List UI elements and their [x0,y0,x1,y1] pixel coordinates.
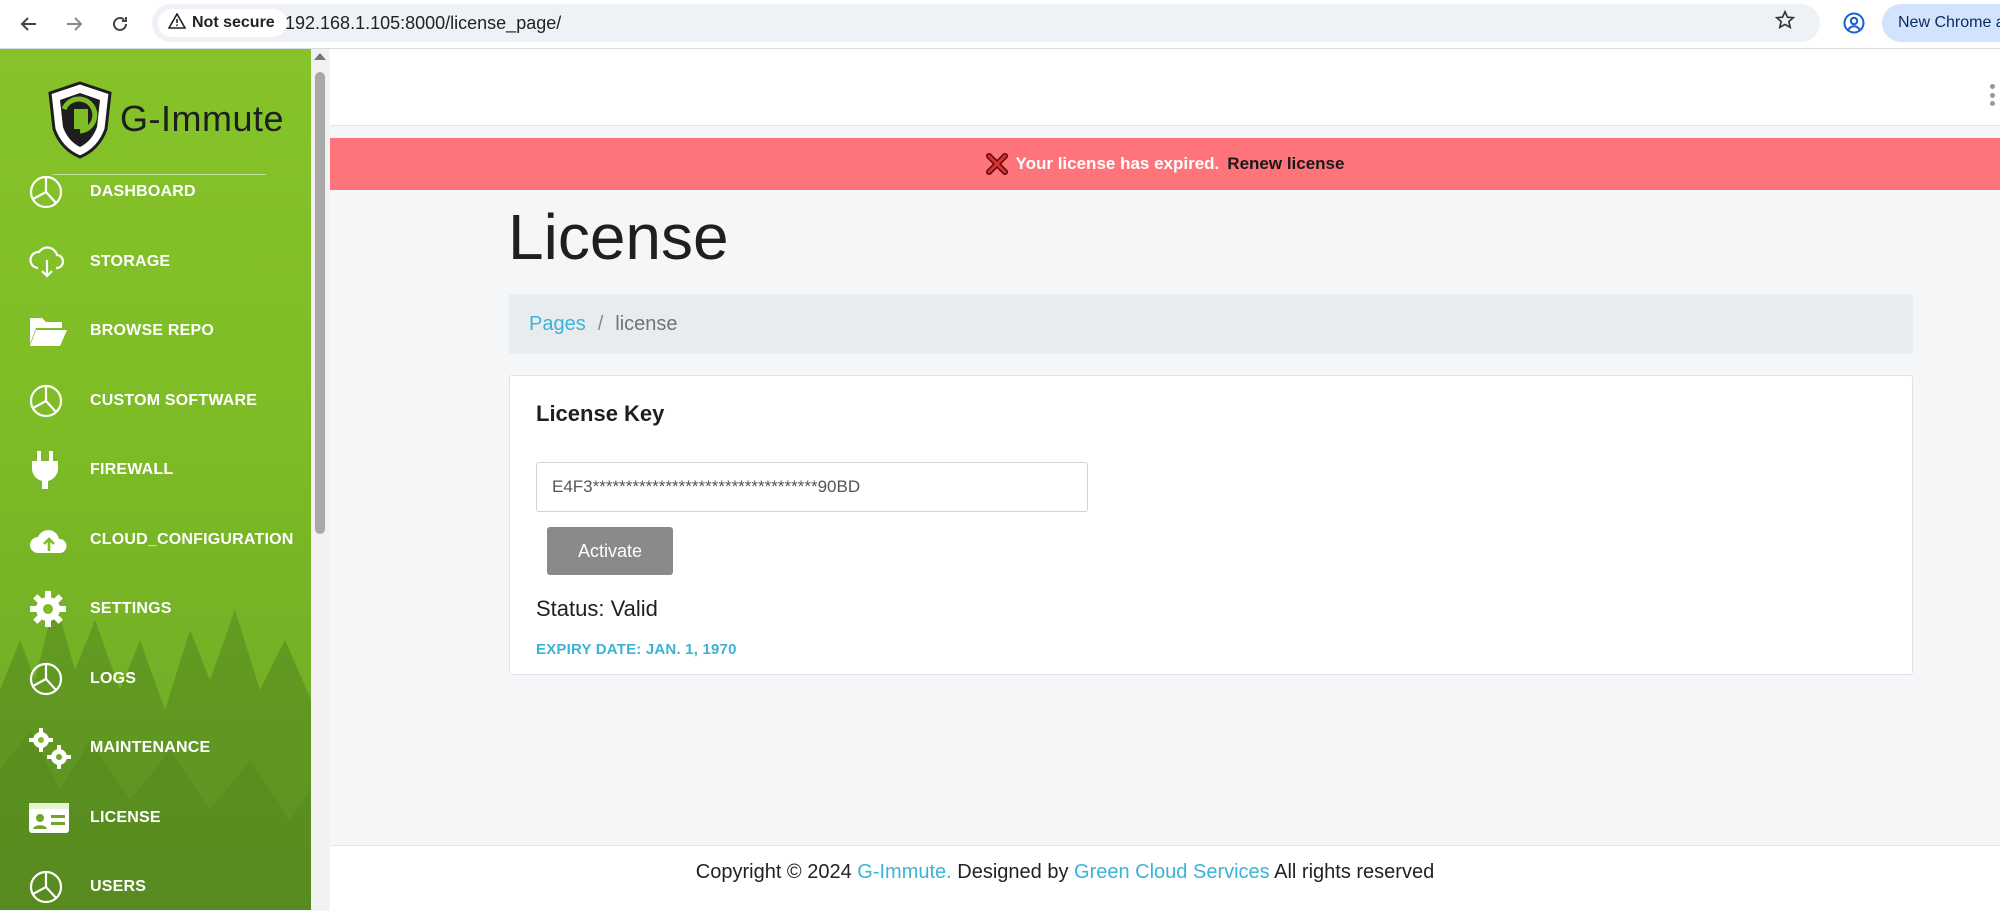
breadcrumb: Pages / license [509,294,1913,354]
sidebar-item-custom-software[interactable]: CUSTOM SOFTWARE [28,378,311,424]
shield-logo-icon [48,81,112,159]
pie-chart-icon [28,864,76,910]
sidebar-item-storage[interactable]: STORAGE [28,239,311,285]
sidebar-item-label: MAINTENANCE [90,739,211,756]
browser-toolbar: Not secure 192.168.1.105:8000/license_pa… [0,0,2000,49]
new-chrome-button[interactable]: New Chrome av [1882,4,2000,42]
sidebar-item-browse-repo[interactable]: BROWSE REPO [28,308,311,354]
breadcrumb-link-pages[interactable]: Pages [529,313,586,336]
alert-message: Your license has expired. [1015,154,1220,173]
profile-icon[interactable] [1838,7,1870,39]
sidebar-item-users[interactable]: USERS [28,864,311,910]
sidebar-item-logs[interactable]: LOGS [28,656,311,702]
gear-icon [28,586,76,632]
address-bar[interactable]: Not secure 192.168.1.105:8000/license_pa… [152,4,1820,42]
breadcrumb-current: license [615,312,678,335]
page-title: License [508,201,729,273]
sidebar-item-settings[interactable]: SETTINGS [28,586,311,632]
gears-icon [28,725,76,771]
back-icon[interactable] [11,6,47,42]
sidebar-item-label: LOGS [90,670,137,687]
folder-open-icon [28,308,76,354]
footer-company-link[interactable]: Green Cloud Services [1074,861,1270,883]
footer-designed-by: Designed by [951,861,1075,883]
brand-name: G-Immute [120,98,285,139]
sidebar-item-label: BROWSE REPO [90,322,214,339]
license-card: License Key Activate Status: Valid EXPIR… [509,375,1913,675]
sidebar: G-Immute DASHBOARD STORAGE BROWSE REPO C… [0,49,311,910]
sidebar-item-label: USERS [90,878,147,895]
renew-license-link[interactable]: Renew license [1227,154,1344,174]
expiry-date: EXPIRY DATE: JAN. 1, 1970 [536,641,737,658]
forward-icon[interactable] [56,6,92,42]
star-icon[interactable] [1770,5,1800,35]
activate-button[interactable]: Activate [547,527,673,575]
more-options-icon[interactable] [1990,84,1996,106]
security-label: Not secure [192,14,275,31]
card-title: License Key [536,401,665,426]
plug-icon [28,447,76,493]
breadcrumb-separator: / [597,312,604,335]
sidebar-item-label: LICENSE [90,809,161,826]
sidebar-item-firewall[interactable]: FIREWALL [28,447,311,493]
footer: Copyright © 2024 G-Immute. Designed by G… [330,845,2000,911]
close-cross-icon [985,153,1008,175]
footer-text: Copyright © 2024 G-Immute. Designed by G… [330,861,1800,884]
top-navbar [330,49,2000,126]
footer-brand-link[interactable]: G-Immute. [857,861,951,883]
license-key-input[interactable] [536,462,1088,512]
sidebar-item-label: FIREWALL [90,461,174,478]
brand-logo[interactable]: G-Immute [44,69,284,169]
cloud-upload-icon [28,517,76,563]
pie-chart-icon [28,656,76,702]
sidebar-scrollbar-thumb[interactable] [315,72,325,534]
url-text[interactable]: 192.168.1.105:8000/license_page/ [285,13,561,34]
license-expired-alert: Your license has expired. Renew license [330,138,2000,190]
warning-icon [167,11,187,34]
license-status: Status: Valid [536,596,658,621]
security-chip[interactable]: Not secure [158,9,287,37]
sidebar-item-dashboard[interactable]: DASHBOARD [28,169,311,215]
footer-prefix: Copyright © 2024 [695,861,858,883]
sidebar-item-label: DASHBOARD [90,183,196,200]
sidebar-item-maintenance[interactable]: MAINTENANCE [28,725,311,771]
sidebar-item-license[interactable]: LICENSE [28,795,311,841]
id-card-icon [28,795,76,841]
sidebar-item-label: SETTINGS [90,600,172,617]
scroll-up-arrow-icon[interactable] [314,53,326,60]
footer-suffix: All rights reserved [1269,861,1435,883]
cloud-download-icon [28,239,76,285]
pie-chart-icon [28,378,76,424]
reload-icon[interactable] [102,6,138,42]
sidebar-item-label: STORAGE [90,253,171,270]
sidebar-item-label: CLOUD_CONFIGURATION [90,531,294,548]
sidebar-item-cloud-configuration[interactable]: CLOUD_CONFIGURATION [28,517,311,563]
sidebar-item-label: CUSTOM SOFTWARE [90,392,258,409]
pie-chart-icon [28,169,76,215]
